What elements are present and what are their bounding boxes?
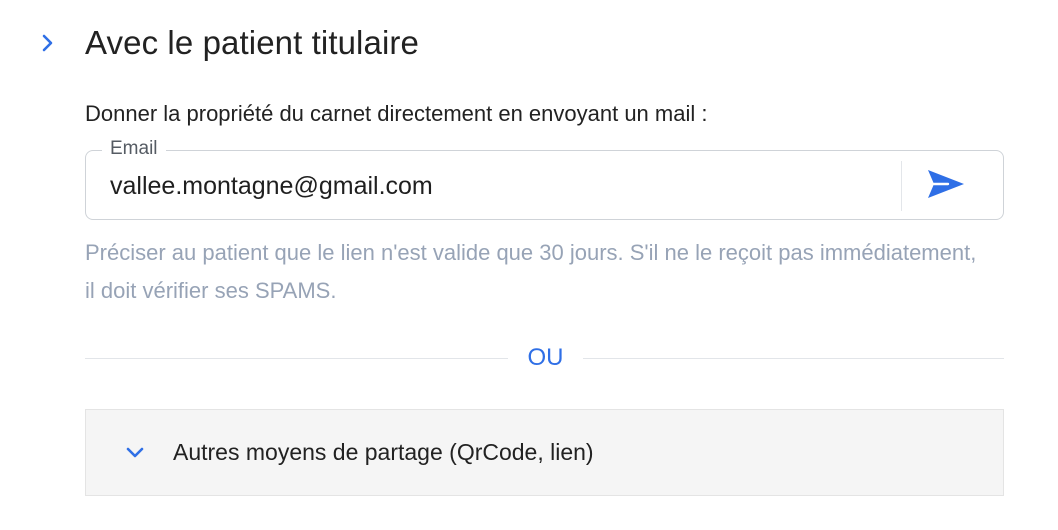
email-field[interactable]: Email: [85, 138, 1004, 221]
email-input[interactable]: [110, 151, 890, 221]
or-separator: OU: [85, 340, 1004, 376]
send-icon: [926, 167, 966, 206]
send-button[interactable]: [916, 159, 976, 213]
field-divider: [901, 161, 902, 211]
patient-share-panel: Avec le patient titulaire Donner la prop…: [0, 0, 1058, 530]
separator-line-left: [85, 358, 508, 359]
helper-text: Préciser au patient que le lien n'est va…: [85, 240, 977, 303]
chevron-down-icon: [124, 442, 146, 464]
intro-text: Donner la propriété du carnet directemen…: [85, 101, 708, 126]
other-sharing-accordion[interactable]: Autres moyens de partage (QrCode, lien): [85, 409, 1004, 496]
separator-label: OU: [527, 344, 564, 371]
chevron-right-icon[interactable]: [38, 33, 58, 53]
section-title: Avec le patient titulaire: [85, 24, 419, 61]
section-header[interactable]: Avec le patient titulaire: [38, 20, 419, 66]
separator-line-right: [583, 358, 1004, 359]
accordion-label: Autres moyens de partage (QrCode, lien): [173, 439, 594, 465]
